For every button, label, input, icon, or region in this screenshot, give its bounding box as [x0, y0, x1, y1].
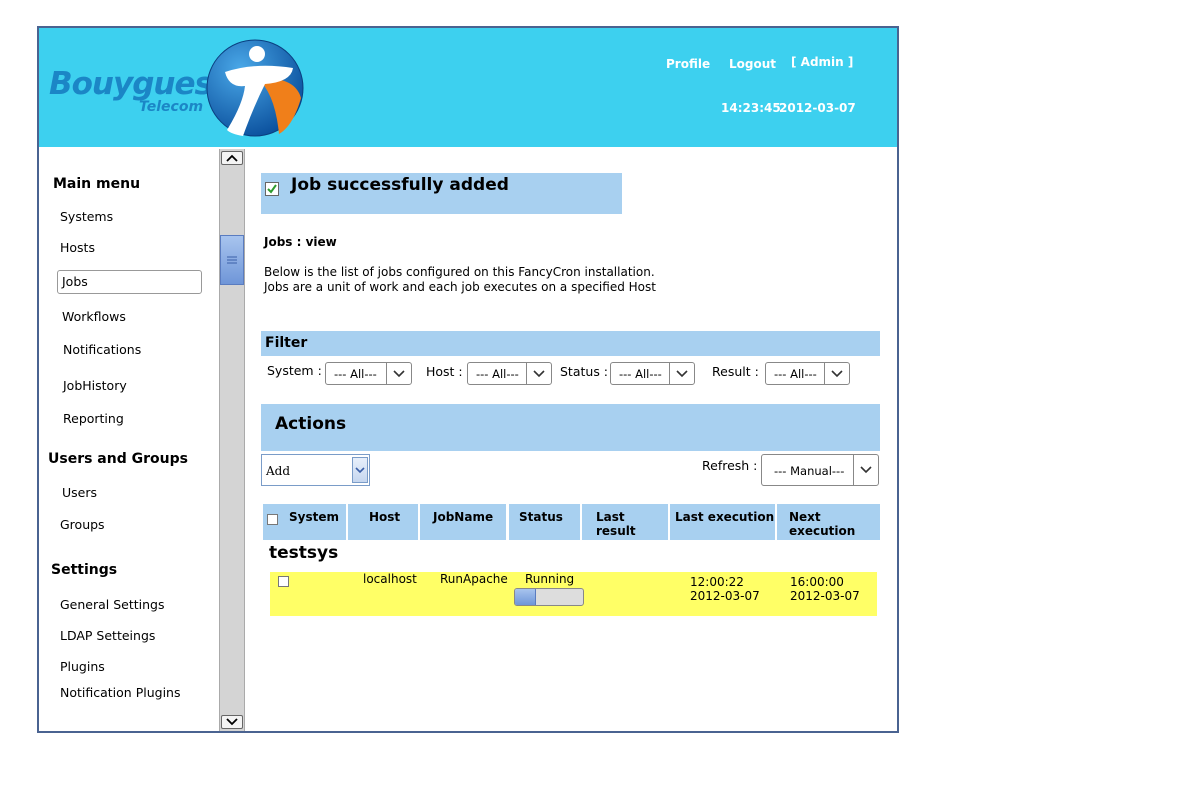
- sidebar-item-reporting[interactable]: Reporting: [63, 411, 124, 426]
- row-next-exec-time: 16:00:00: [790, 575, 844, 589]
- column-header-last-execution[interactable]: Last execution: [670, 504, 775, 540]
- row-last-exec-date: 2012-03-07: [690, 589, 760, 603]
- page-title: Jobs : view: [264, 235, 337, 249]
- result-filter-label: Result :: [712, 364, 759, 379]
- sidebar-scrollbar[interactable]: [219, 149, 245, 731]
- profile-link[interactable]: Profile: [666, 57, 710, 71]
- actions-title: Actions: [275, 414, 347, 434]
- status-filter-label: Status :: [560, 364, 609, 379]
- host-filter-label: Host :: [426, 364, 463, 379]
- row-jobname: RunApache: [440, 572, 508, 586]
- sidebar-item-jobhistory[interactable]: JobHistory: [63, 378, 127, 393]
- chevron-down-icon: [669, 363, 694, 384]
- column-header-system-label: System: [289, 510, 339, 524]
- row-checkbox[interactable]: [278, 576, 289, 587]
- status-filter-value: --- All---: [619, 367, 662, 381]
- success-banner: Job successfully added: [261, 173, 622, 214]
- column-header-status[interactable]: Status: [509, 504, 580, 540]
- clock-time: 14:23:45: [721, 101, 781, 115]
- scroll-thumb[interactable]: [220, 235, 244, 285]
- sidebar-item-groups[interactable]: Groups: [60, 517, 105, 532]
- filter-header: Filter: [261, 331, 880, 356]
- column-header-next-execution-label: Next execution: [789, 510, 856, 538]
- row-host: localhost: [363, 572, 417, 586]
- chevron-down-icon: [824, 363, 849, 384]
- host-filter-select[interactable]: --- All---: [467, 362, 552, 385]
- chevron-up-icon: [226, 154, 238, 162]
- row-last-exec-time: 12:00:22: [690, 575, 744, 589]
- filter-title: Filter: [265, 335, 308, 351]
- column-header-jobname-label: JobName: [433, 510, 494, 524]
- chevron-down-icon: [526, 363, 551, 384]
- app-window: Bouygues Telecom Profile Logout [ Admin …: [37, 26, 899, 733]
- column-header-status-label: Status: [519, 510, 563, 524]
- sidebar-item-notifications[interactable]: Notifications: [63, 342, 141, 357]
- scroll-up-button[interactable]: [221, 151, 243, 165]
- main-content: Job successfully added Jobs : view Below…: [245, 149, 897, 731]
- row-status: Running: [525, 572, 575, 586]
- column-header-host-label: Host: [369, 510, 401, 524]
- table-row[interactable]: localhost RunApache Running 12:00:22 201…: [270, 572, 877, 616]
- sidebar: Main menu Systems Hosts Jobs Workflows N…: [39, 149, 219, 731]
- column-header-last-execution-label: Last execution: [675, 510, 775, 524]
- sidebar-item-systems[interactable]: Systems: [60, 209, 113, 224]
- logout-link[interactable]: Logout: [729, 57, 776, 71]
- chevron-down-icon: [853, 455, 878, 485]
- sidebar-item-hosts[interactable]: Hosts: [60, 240, 95, 255]
- users-groups-heading: Users and Groups: [48, 451, 188, 467]
- chevron-down-icon: [386, 363, 411, 384]
- column-header-system[interactable]: System: [263, 504, 346, 540]
- system-filter-value: --- All---: [334, 367, 377, 381]
- column-header-host[interactable]: Host: [348, 504, 418, 540]
- main-menu-heading: Main menu: [53, 176, 141, 192]
- checkmark-checkbox-icon: [265, 182, 279, 196]
- refresh-select[interactable]: --- Manual---: [761, 454, 879, 486]
- clock-date: 2012-03-07: [779, 101, 856, 115]
- sidebar-item-notification-plugins[interactable]: Notification Plugins: [60, 685, 180, 700]
- sidebar-item-workflows[interactable]: Workflows: [62, 309, 126, 324]
- header: Bouygues Telecom Profile Logout [ Admin …: [39, 28, 897, 147]
- admin-link[interactable]: [ Admin ]: [791, 55, 853, 69]
- sidebar-item-users[interactable]: Users: [62, 485, 97, 500]
- status-filter-select[interactable]: --- All---: [610, 362, 695, 385]
- chevron-down-icon: [352, 457, 368, 483]
- grip-icon: [227, 256, 237, 264]
- row-next-exec-date: 2012-03-07: [790, 589, 860, 603]
- settings-heading: Settings: [51, 562, 118, 578]
- brand-logo-text: Bouygues: [49, 66, 213, 102]
- sidebar-item-general-settings[interactable]: General Settings: [60, 597, 165, 612]
- column-header-last-result[interactable]: Last result: [582, 504, 668, 540]
- brand-globe-icon: [206, 39, 304, 137]
- scroll-down-button[interactable]: [221, 715, 243, 729]
- sidebar-item-ldap-settings[interactable]: LDAP Setteings: [60, 628, 155, 643]
- sidebar-item-jobs[interactable]: Jobs: [57, 270, 202, 294]
- success-message: Job successfully added: [291, 175, 509, 195]
- chevron-down-icon: [226, 718, 238, 726]
- job-progress-bar: [514, 588, 584, 606]
- host-filter-value: --- All---: [476, 367, 519, 381]
- sidebar-item-plugins[interactable]: Plugins: [60, 659, 105, 674]
- job-progress-fill: [515, 589, 537, 605]
- column-header-next-execution[interactable]: Next execution: [777, 504, 880, 540]
- result-filter-select[interactable]: --- All---: [765, 362, 850, 385]
- refresh-label: Refresh :: [702, 458, 758, 473]
- system-filter-label: System :: [267, 363, 322, 378]
- column-header-jobname[interactable]: JobName: [420, 504, 506, 540]
- column-header-last-result-label: Last result: [596, 510, 636, 538]
- select-all-checkbox[interactable]: [267, 514, 278, 525]
- brand-logo-subtext: Telecom: [139, 99, 204, 115]
- page-description-line2: Jobs are a unit of work and each job exe…: [264, 280, 656, 294]
- actions-header: Actions: [261, 404, 880, 451]
- page-description-line1: Below is the list of jobs configured on …: [264, 265, 655, 279]
- add-action-select[interactable]: Add: [261, 454, 370, 486]
- add-action-value: Add: [266, 464, 291, 478]
- group-label: testsys: [269, 543, 339, 563]
- result-filter-value: --- All---: [774, 367, 817, 381]
- system-filter-select[interactable]: --- All---: [325, 362, 412, 385]
- refresh-value: --- Manual---: [774, 464, 845, 478]
